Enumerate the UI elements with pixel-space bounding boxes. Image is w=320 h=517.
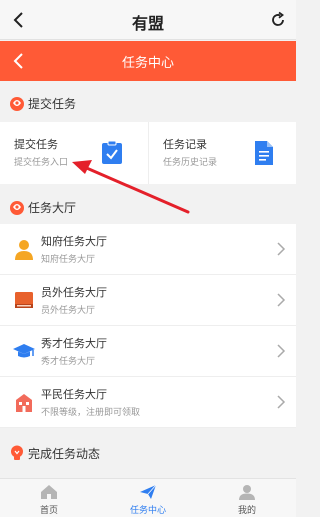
document-icon <box>255 141 273 165</box>
lightbulb-icon <box>11 445 23 460</box>
list-item-title: 秀才任务大厅 <box>41 337 107 350</box>
section-task-dynamics: 完成任务动态 <box>0 436 296 470</box>
card-subtitle: 任务历史记录 <box>163 158 218 168</box>
tab-mine[interactable]: 我的 <box>198 479 296 517</box>
tab-label: 首页 <box>39 506 58 516</box>
building-icon <box>16 394 32 412</box>
card-title: 任务记录 <box>163 138 207 151</box>
submit-task-card[interactable]: 提交任务 提交任务入口 <box>0 122 148 184</box>
section-title: 任务大厅 <box>28 201 77 215</box>
app-title: 有盟 <box>131 14 164 33</box>
title-bar: 有盟 <box>0 0 296 40</box>
tab-label: 我的 <box>237 506 256 516</box>
tab-home[interactable]: 首页 <box>0 479 98 517</box>
list-item-pingmin[interactable]: 平民任务大厅 不限等级，注册即可领取 <box>0 377 296 428</box>
refresh-icon[interactable] <box>268 10 288 30</box>
send-icon <box>140 484 157 499</box>
task-cards: 提交任务 提交任务入口 任务记录 任务历史记录 <box>0 122 296 184</box>
tab-label: 任务中心 <box>129 506 166 516</box>
chevron-right-icon <box>277 344 286 358</box>
book-icon <box>15 292 33 308</box>
list-item-subtitle: 知府任务大厅 <box>41 255 96 265</box>
tab-task-center[interactable]: 任务中心 <box>99 479 197 517</box>
clipboard-check-icon <box>102 140 122 164</box>
chevron-right-icon <box>277 395 286 409</box>
bottom-tab-bar: 首页 任务中心 我的 <box>0 478 296 517</box>
chevron-right-icon <box>277 293 286 307</box>
chevron-right-icon <box>277 242 286 256</box>
task-hall-list: 知府任务大厅 知府任务大厅 员外任务大厅 员外任务大厅 秀才任务大厅 秀才任务大… <box>0 224 296 428</box>
task-hall-section-icon <box>10 201 24 215</box>
section-title: 提交任务 <box>28 97 77 111</box>
list-item-yuanwai[interactable]: 员外任务大厅 员外任务大厅 <box>0 275 296 326</box>
list-item-zhifu[interactable]: 知府任务大厅 知府任务大厅 <box>0 224 296 275</box>
list-item-title: 知府任务大厅 <box>41 235 107 248</box>
card-title: 提交任务 <box>14 138 58 151</box>
section-submit-task: 提交任务 <box>0 86 296 120</box>
list-item-subtitle: 不限等级，注册即可领取 <box>41 408 141 418</box>
home-icon <box>41 485 57 499</box>
person-icon <box>15 240 33 260</box>
user-icon <box>239 485 255 500</box>
graduation-cap-icon <box>13 344 35 358</box>
page-title: 任务中心 <box>121 56 174 71</box>
section-title: 完成任务动态 <box>28 447 101 461</box>
list-item-title: 平民任务大厅 <box>41 388 107 401</box>
page-header: 任务中心 <box>0 41 296 81</box>
list-item-subtitle: 员外任务大厅 <box>41 306 96 316</box>
section-task-hall: 任务大厅 <box>0 190 296 224</box>
list-item-subtitle: 秀才任务大厅 <box>41 357 96 367</box>
card-subtitle: 提交任务入口 <box>14 158 69 168</box>
submit-task-section-icon <box>10 97 24 111</box>
list-item-xiucai[interactable]: 秀才任务大厅 秀才任务大厅 <box>0 326 296 377</box>
list-item-title: 员外任务大厅 <box>41 286 107 299</box>
task-record-card[interactable]: 任务记录 任务历史记录 <box>149 122 297 184</box>
